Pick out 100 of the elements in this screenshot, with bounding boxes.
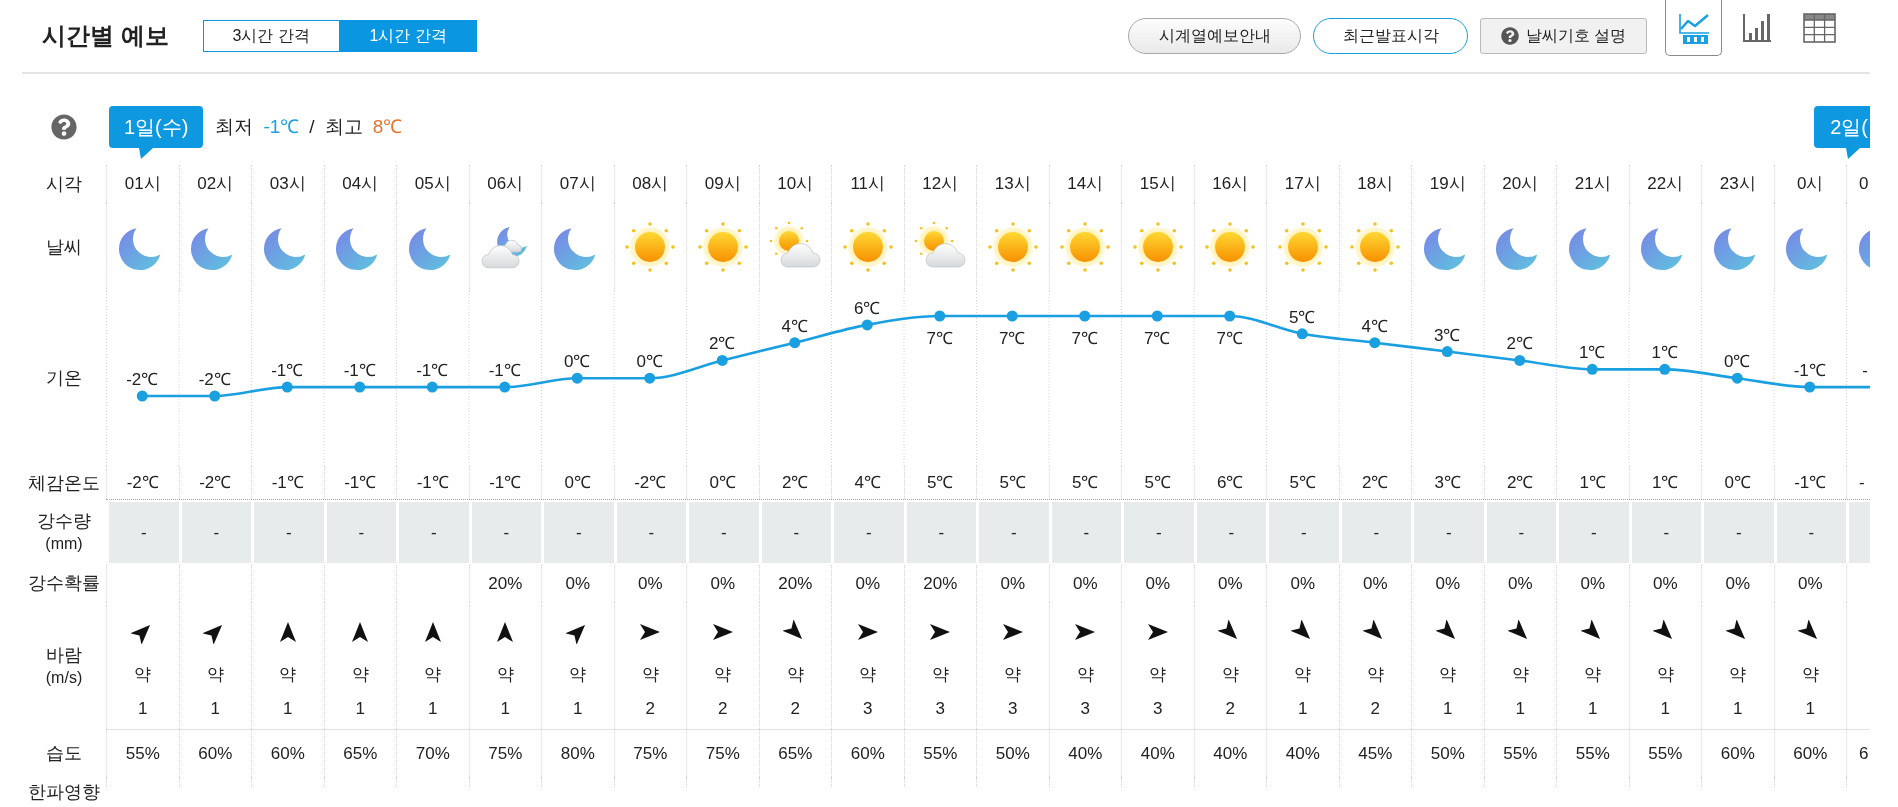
precipitation-cell: - [976, 500, 1049, 565]
row-label: 습도 [46, 742, 82, 765]
temperature-point [861, 319, 873, 331]
row-label: 기온 [46, 367, 82, 390]
line-chart-icon [1676, 11, 1711, 44]
feels-like-value: -2℃ [126, 471, 159, 494]
feels-like-value: -1℃ [344, 471, 377, 494]
feels-like-value: 0℃ [1724, 471, 1751, 494]
hour-label: 05시 [414, 173, 451, 195]
humidity-value: 55% [1648, 742, 1683, 765]
wind-speed-value: 3 [1080, 699, 1090, 719]
feels-like-value: 0℃ [564, 471, 591, 494]
temperature-label: 0℃ [1724, 352, 1751, 372]
row-label: 체감온도 [28, 471, 100, 495]
humidity-value: 40% [1140, 742, 1175, 765]
view-toggle-button[interactable] [1665, 0, 1722, 56]
temperature-label: 4℃ [781, 316, 808, 336]
temperature-label: -2℃ [126, 370, 159, 389]
precip-chance-value: 0% [1217, 572, 1243, 595]
interval-tab[interactable]: 3시간 간격 [202, 20, 340, 52]
wind-strength-label: 약 [1801, 665, 1819, 685]
precipitation-cell: - [251, 500, 324, 565]
hour-label: 20시 [1502, 173, 1539, 195]
row-label: 강수확률 [28, 572, 100, 595]
section-title: 시간별 예보 [42, 21, 169, 51]
hour-label: 0 [1859, 173, 1869, 195]
humidity-value: 55% [125, 742, 160, 765]
temperature-label: 7℃ [999, 329, 1026, 348]
precipitation-cell: - [396, 500, 469, 565]
humidity-value: 50% [995, 742, 1030, 765]
feels-like-value: -2℃ [634, 471, 667, 494]
feels-like-value: 1℃ [1652, 471, 1679, 494]
temperature-point [1514, 354, 1526, 366]
unit-label: (mm) [45, 534, 83, 554]
feels-like-value: -1℃ [416, 471, 449, 494]
row-label: 날씨 [46, 235, 82, 259]
temperature-point [571, 372, 583, 384]
feels-like-value: 6℃ [1217, 471, 1244, 494]
precip-chance-value: 20% [923, 572, 958, 595]
wind-speed-value: 2 [1370, 699, 1380, 719]
temperature-point [136, 390, 148, 402]
wind-strength-label: 약 [1511, 665, 1529, 685]
wind-speed-value: 1 [573, 699, 583, 719]
humidity-value: 40% [1068, 742, 1103, 765]
help-icon[interactable] [51, 114, 77, 140]
temperature-label: -1℃ [488, 361, 521, 381]
feels-like-value: 1℃ [1579, 471, 1606, 494]
humidity-value: 55% [1503, 742, 1538, 765]
temperature-label: 0℃ [564, 352, 591, 372]
precip-chance-value: 0% [1507, 572, 1533, 595]
feels-like-value: 5℃ [1289, 471, 1316, 494]
humidity-value: 80% [560, 742, 595, 765]
high-label: 최고 [324, 114, 363, 139]
release-time-button[interactable]: 최근발표시각 [1313, 18, 1468, 54]
high-temperature: 8℃ [372, 114, 403, 139]
temperature-label: 1℃ [1579, 343, 1606, 363]
wind-strength-label: 약 [1366, 665, 1384, 685]
sun-icon [840, 220, 895, 274]
sun-icon [623, 220, 678, 274]
precip-chance-value: 0% [1290, 572, 1316, 595]
temperature-label: -2℃ [198, 370, 231, 389]
row-label: 한파영향 [28, 780, 100, 804]
symbol-help-button[interactable]: 날씨기호 설명 [1480, 18, 1647, 54]
help-icon [1500, 27, 1519, 45]
low-label: 최저 [215, 114, 254, 139]
hour-label: 01시 [124, 173, 161, 195]
precip-chance-value: 0% [1725, 572, 1751, 595]
precipitation-cell: - [1411, 500, 1484, 565]
temperature-label: -1℃ [343, 361, 376, 381]
row-label: 강수량 [37, 510, 91, 533]
hour-label: 06시 [487, 173, 524, 195]
precip-chance-value: 0% [1797, 572, 1823, 595]
hour-label: 23시 [1719, 173, 1756, 195]
hour-label: 13시 [994, 173, 1031, 195]
sun-icon [1348, 220, 1403, 274]
precipitation-cell: - [1556, 500, 1629, 565]
humidity-value: 60% [1793, 742, 1828, 765]
feels-like-value: 5℃ [999, 471, 1026, 494]
precipitation-cell: - [541, 500, 614, 565]
wind-strength-label: 약 [641, 665, 659, 685]
wind-speed-value: 1 [1515, 699, 1525, 719]
bubble-tail-icon [139, 148, 153, 159]
feels-like-value: 5℃ [1072, 471, 1099, 494]
feels-like-value: 4℃ [854, 471, 881, 494]
temperature-point [934, 310, 946, 322]
temperature-point [354, 381, 366, 393]
humidity-value: 60% [270, 742, 305, 765]
wind-speed-value: 2 [790, 699, 800, 719]
temperature-point [1731, 372, 1743, 384]
guide-button[interactable]: 시계열예보안내 [1128, 18, 1301, 54]
hour-label: 22시 [1647, 173, 1684, 195]
humidity-value: 55% [923, 742, 958, 765]
temperature-label: 7℃ [1071, 329, 1098, 348]
precip-chance-value: 0% [1072, 572, 1098, 595]
precip-chance-value: 0% [637, 572, 663, 595]
sun-icon [1058, 220, 1113, 274]
humidity-value: 60% [1720, 742, 1755, 765]
precip-chance-value: 0% [1000, 572, 1026, 595]
feels-like-value: 2℃ [1507, 471, 1534, 494]
precip-chance-value: 0% [565, 572, 591, 595]
